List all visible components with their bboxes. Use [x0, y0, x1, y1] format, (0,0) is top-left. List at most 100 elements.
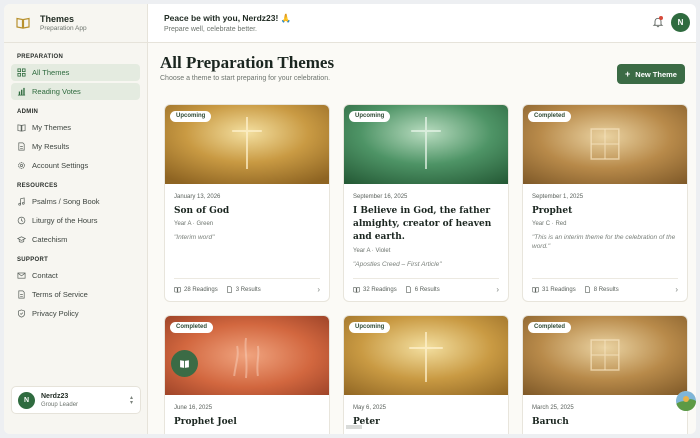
document-icon [584, 286, 590, 293]
book-icon [17, 124, 26, 132]
clock-icon [17, 216, 26, 225]
greeting: Peace be with you, Nerdz23! 🙏 [164, 13, 292, 23]
theme-title: Peter [353, 417, 380, 427]
notification-dot [659, 16, 663, 20]
sidebar-item-privacy[interactable]: Privacy Policy [11, 305, 140, 322]
sidebar-item-account-settings[interactable]: Account Settings [11, 157, 140, 174]
book-icon [532, 287, 539, 293]
status-badge: Completed [528, 322, 572, 333]
plus-icon: + [625, 69, 631, 79]
results-count: 3 Results [235, 286, 261, 293]
card-footer: 32 Readings 6 Results › [353, 278, 499, 294]
mail-icon [17, 272, 26, 279]
section-label-admin: ADMIN [17, 109, 39, 115]
sidebar-item-liturgy[interactable]: Liturgy of the Hours [11, 212, 140, 229]
theme-date: March 25, 2025 [532, 405, 574, 411]
open-book-icon [180, 360, 189, 368]
status-badge: Completed [528, 111, 572, 122]
theme-quote: "Apostles Creed – First Article" [353, 261, 442, 268]
app-subtitle: Preparation App [40, 24, 87, 32]
cap-icon [17, 236, 26, 243]
open-book-icon [16, 17, 30, 29]
sidebar-item-psalms[interactable]: Psalms / Song Book [11, 193, 140, 210]
top-header: Peace be with you, Nerdz23! 🙏 Prepare we… [148, 4, 696, 43]
theme-date: May 6, 2025 [353, 405, 387, 411]
app-name: Themes [40, 13, 75, 24]
sidebar-item-label: Catechism [32, 235, 68, 244]
sidebar-item-label: My Results [32, 142, 70, 151]
sidebar-item-my-themes[interactable]: My Themes [11, 119, 140, 136]
card-footer: 31 Readings 8 Results › [532, 278, 678, 294]
assistant-widget-icon[interactable] [676, 391, 696, 411]
avatar[interactable]: N [671, 13, 690, 32]
grid-icon [17, 68, 26, 77]
results-count: 8 Results [593, 286, 619, 293]
sidebar-item-catechism[interactable]: Catechism [11, 231, 140, 248]
theme-meta: Year C · Red [532, 221, 567, 227]
theme-card[interactable]: Upcoming May 6, 2025 Peter [343, 315, 509, 434]
readings-count: 28 Readings [184, 286, 218, 293]
theme-title: I Believe in God, the father almighty, c… [353, 206, 492, 242]
user-menu[interactable]: N Nerdz23 Group Leader ▴ ▾ [11, 386, 141, 414]
chevron-right-icon[interactable]: › [496, 285, 499, 294]
status-badge: Completed [170, 322, 214, 333]
readings-count: 32 Readings [363, 286, 397, 293]
sidebar-item-label: Reading Votes [32, 87, 81, 96]
card-footer: 28 Readings 3 Results › [174, 278, 320, 294]
sidebar-item-contact[interactable]: Contact [11, 267, 140, 284]
sidebar-item-terms[interactable]: Terms of Service [11, 286, 140, 303]
scroll-handle-icon[interactable] [346, 425, 362, 429]
book-icon [353, 287, 360, 293]
theme-card[interactable]: Upcoming January 13, 2026 Son of God Yea… [164, 104, 330, 302]
document-icon [405, 286, 411, 293]
section-label-resources: RESOURCES [17, 183, 58, 189]
greeting-subtitle: Prepare well, celebrate better. [164, 26, 257, 33]
sidebar-item-all-themes[interactable]: All Themes [11, 64, 140, 81]
sidebar-item-label: My Themes [32, 123, 72, 132]
document-icon [18, 142, 25, 151]
readings-count: 31 Readings [542, 286, 576, 293]
sidebar-item-reading-votes[interactable]: Reading Votes [11, 83, 140, 100]
theme-card[interactable]: Completed March 25, 2025 Baruch [522, 315, 688, 434]
theme-title: Prophet Joel [174, 417, 237, 427]
section-label-support: SUPPORT [17, 257, 49, 263]
status-badge: Upcoming [349, 111, 391, 122]
page-subtitle: Choose a theme to start preparing for yo… [160, 75, 331, 82]
theme-card[interactable]: Upcoming September 16, 2025 I Believe in… [343, 104, 509, 302]
page-title: All Preparation Themes [160, 53, 335, 72]
status-badge: Upcoming [170, 111, 212, 122]
sidebar-item-label: Liturgy of the Hours [32, 216, 98, 225]
music-icon [18, 197, 25, 206]
user-role: Group Leader [41, 401, 79, 408]
gear-icon [18, 162, 25, 169]
sidebar-item-label: All Themes [32, 68, 70, 77]
theme-date: January 13, 2026 [174, 194, 221, 200]
landscape-icon [676, 391, 696, 411]
sidebar-item-my-results[interactable]: My Results [11, 138, 140, 155]
document-icon [18, 290, 25, 299]
book-icon [174, 287, 181, 293]
section-label-preparation: PREPARATION [17, 54, 64, 60]
user-name: Nerdz23 [41, 392, 69, 400]
bar-chart-icon [17, 87, 26, 96]
sidebar-item-label: Account Settings [32, 161, 89, 170]
new-theme-button[interactable]: + New Theme [617, 64, 685, 84]
theme-title: Son of God [174, 206, 230, 216]
results-count: 6 Results [414, 286, 440, 293]
theme-meta: Year A · Violet [353, 248, 391, 254]
theme-quote: "Interim word" [174, 234, 215, 241]
theme-card[interactable]: Completed September 1, 2025 Prophet Year… [522, 104, 688, 302]
chevron-right-icon[interactable]: › [675, 285, 678, 294]
floating-book-button[interactable] [171, 350, 198, 377]
avatar: N [18, 391, 35, 409]
theme-date: September 16, 2025 [353, 194, 408, 200]
brand[interactable]: Themes Preparation App [4, 4, 147, 43]
theme-meta: Year A · Green [174, 221, 214, 227]
theme-title: Baruch [532, 417, 569, 427]
chevron-right-icon[interactable]: › [317, 285, 320, 294]
shield-icon [17, 309, 26, 318]
chevron-up-down-icon: ▴ ▾ [129, 395, 133, 406]
theme-date: September 1, 2025 [532, 194, 584, 200]
sidebar-item-label: Psalms / Song Book [32, 197, 100, 206]
sidebar-item-label: Privacy Policy [32, 309, 79, 318]
